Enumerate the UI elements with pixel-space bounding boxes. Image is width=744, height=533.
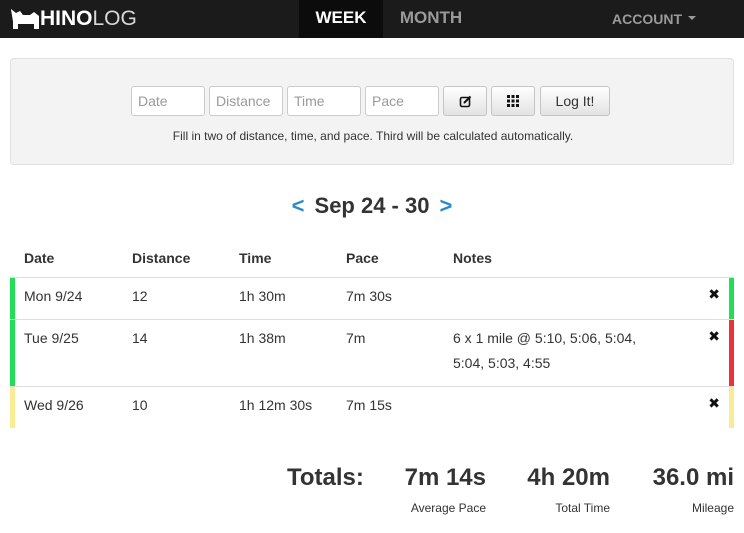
totals-label: Totals: xyxy=(287,464,364,491)
column-header-distance: Distance xyxy=(132,250,191,266)
brand-logo[interactable]: HINO LOG xyxy=(10,6,137,32)
average-pace-value: 7m 14s xyxy=(404,464,486,491)
cell-notes: 6 x 1 mile @ 5:10, 5:06, 5:04, 5:04, 5:0… xyxy=(453,326,636,376)
mileage-value: 36.0 mi xyxy=(652,464,734,491)
effort-indicator-right xyxy=(729,387,734,428)
cell-time: 1h 38m xyxy=(239,330,286,346)
brand-name-bold: HINO xyxy=(40,7,93,30)
grid-icon xyxy=(507,95,519,107)
cell-distance: 12 xyxy=(132,288,148,304)
effort-indicator-left xyxy=(10,387,15,428)
effort-indicator-left xyxy=(10,320,15,386)
table-row[interactable]: Tue 9/25 14 1h 38m 7m 6 x 1 mile @ 5:10,… xyxy=(10,319,734,386)
notes-line: 6 x 1 mile @ 5:10, 5:06, 5:04, xyxy=(453,330,637,346)
week-navigation: < Sep 24 - 30 > xyxy=(0,193,744,219)
cell-time: 1h 30m xyxy=(239,288,286,304)
tab-week[interactable]: WEEK xyxy=(299,0,383,38)
account-menu[interactable]: ACCOUNT xyxy=(612,0,696,38)
stat-average-pace: 7m 14s Average Pace xyxy=(405,464,486,515)
calculator-button[interactable] xyxy=(491,86,535,116)
cell-date: Mon 9/24 xyxy=(24,288,83,304)
delete-icon[interactable]: ✖ xyxy=(708,395,720,412)
caret-down-icon xyxy=(688,16,696,20)
stat-mileage: 36.0 mi Mileage xyxy=(653,464,734,515)
cell-pace: 7m 30s xyxy=(346,288,392,304)
column-header-pace: Pace xyxy=(346,250,379,266)
tab-month[interactable]: MONTH xyxy=(383,0,479,38)
time-input[interactable] xyxy=(287,86,361,116)
prev-week-button[interactable]: < xyxy=(284,193,313,218)
week-range-label: Sep 24 - 30 xyxy=(314,193,430,218)
cell-date: Wed 9/26 xyxy=(24,397,84,413)
cell-distance: 10 xyxy=(132,397,148,413)
total-time-value: 4h 20m xyxy=(527,464,610,491)
total-time-label: Total Time xyxy=(555,501,610,515)
notes-line: 5:04, 5:03, 4:55 xyxy=(453,355,551,371)
cell-pace: 7m xyxy=(346,330,366,346)
distance-input[interactable] xyxy=(209,86,283,116)
pace-input[interactable] xyxy=(365,86,439,116)
navbar: HINO LOG WEEK MONTH ACCOUNT xyxy=(0,0,744,38)
delete-icon[interactable]: ✖ xyxy=(708,286,720,303)
account-label: ACCOUNT xyxy=(612,11,682,27)
edit-icon xyxy=(459,95,471,107)
log-it-button[interactable]: Log It! xyxy=(540,86,610,116)
mileage-label: Mileage xyxy=(691,501,734,515)
rhino-icon xyxy=(11,9,39,29)
effort-indicator-right xyxy=(729,320,734,386)
next-week-button[interactable]: > xyxy=(431,193,460,218)
column-header-time: Time xyxy=(239,250,272,266)
table-row[interactable]: Wed 9/26 10 1h 12m 30s 7m 15s ✖ xyxy=(10,386,734,428)
delete-icon[interactable]: ✖ xyxy=(708,328,720,345)
effort-indicator-right xyxy=(729,278,734,319)
date-input[interactable] xyxy=(131,86,205,116)
cell-pace: 7m 15s xyxy=(346,397,392,413)
average-pace-label: Average Pace xyxy=(410,501,486,515)
log-run-panel: Log It! Fill in two of distance, time, a… xyxy=(10,58,734,165)
column-header-notes: Notes xyxy=(453,250,492,266)
cell-distance: 14 xyxy=(132,330,148,346)
brand-name-light: LOG xyxy=(92,7,137,30)
table-row[interactable]: Mon 9/24 12 1h 30m 7m 30s ✖ xyxy=(10,277,734,319)
cell-date: Tue 9/25 xyxy=(24,330,79,346)
cell-time: 1h 12m 30s xyxy=(239,397,313,413)
form-help-text: Fill in two of distance, time, and pace.… xyxy=(172,129,574,143)
stat-total-time: 4h 20m Total Time xyxy=(527,464,610,515)
edit-notes-button[interactable] xyxy=(443,86,487,116)
column-header-date: Date xyxy=(24,250,55,266)
effort-indicator-left xyxy=(10,278,15,319)
